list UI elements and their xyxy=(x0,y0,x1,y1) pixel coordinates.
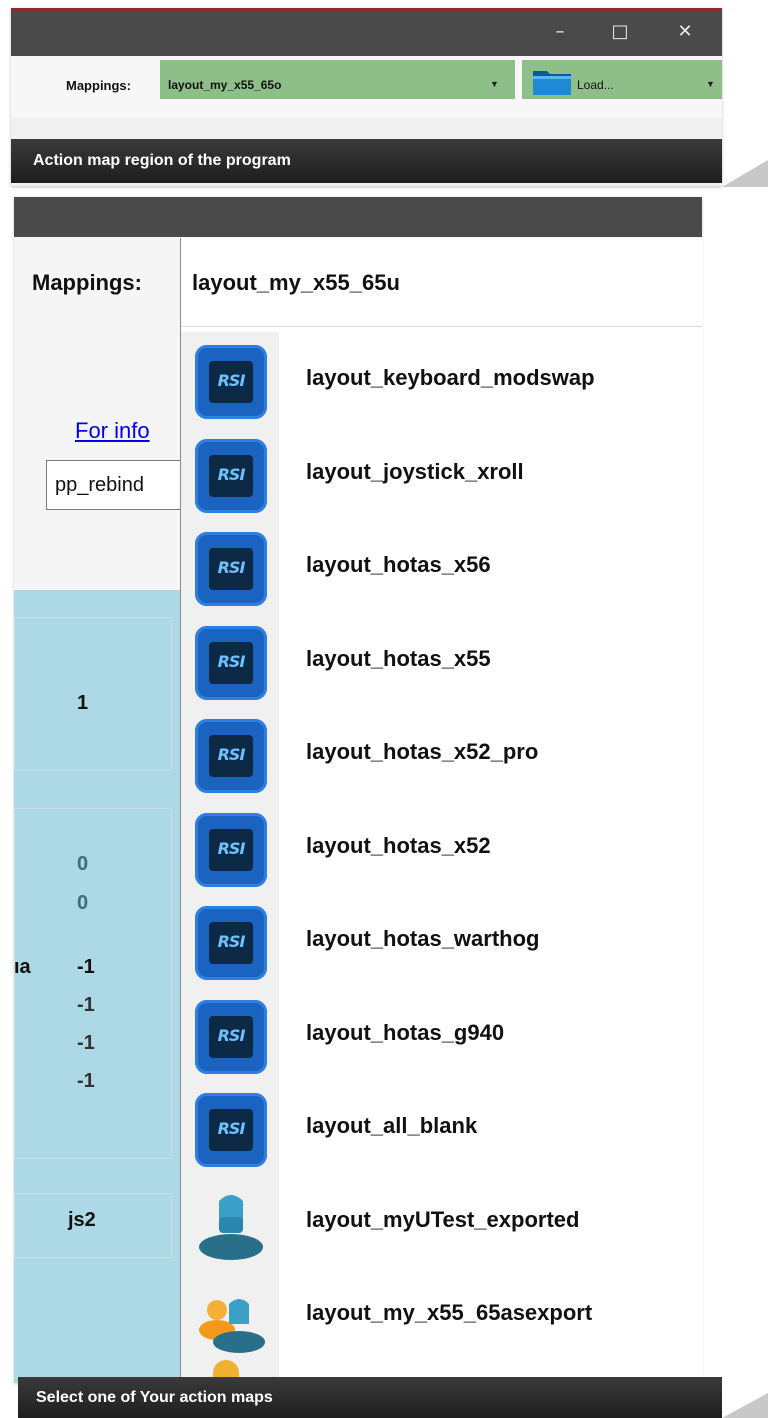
rsi-icon: RSI xyxy=(195,812,267,887)
rsi-icon: RSI xyxy=(195,906,267,980)
folder-icon xyxy=(531,65,573,97)
rsi-icon: RSI xyxy=(195,625,267,700)
mapping-item[interactable]: RSI layout_hotas_x52_pro xyxy=(181,709,702,802)
mapping-item[interactable]: RSI layout_hotas_warthog xyxy=(181,896,702,989)
mapping-item[interactable]: RSI layout_keyboard_modswap xyxy=(181,335,702,428)
mapping-item-label: layout_hotas_x52 xyxy=(306,832,491,858)
mappings-label: Mappings: xyxy=(66,78,131,93)
mapping-item-label: layout_joystick_xroll xyxy=(306,458,524,484)
rsi-icon: RSI xyxy=(195,1093,267,1167)
value-cell: 0 xyxy=(77,892,89,914)
selected-mapping: layout_my_x55_65u xyxy=(192,270,400,295)
device-cell xyxy=(14,617,172,771)
chevron-down-icon[interactable]: ▼ xyxy=(490,79,499,89)
users-icon xyxy=(195,1280,267,1354)
page-fold-decoration xyxy=(722,160,768,187)
mapping-item-label: layout_hotas_x56 xyxy=(306,552,491,577)
user-icon xyxy=(195,1187,267,1261)
page-fold-decoration xyxy=(722,1393,768,1418)
mapping-item[interactable]: layout_myUTest_exported xyxy=(181,1177,702,1270)
mapping-item-label: layout_hotas_g940 xyxy=(306,1019,505,1045)
mapping-item-label: layout_all_blank xyxy=(306,1113,478,1138)
value-cell: -1 xyxy=(77,994,95,1016)
mapping-item[interactable]: RSI layout_hotas_x56 xyxy=(181,522,702,615)
combo-value: layout_my_x55_65o xyxy=(168,78,282,92)
mapping-item-label: layout_hotas_warthog xyxy=(306,926,540,951)
row-label: ıa xyxy=(14,956,31,978)
mapping-item[interactable]: RSI layout_hotas_g940 xyxy=(181,990,702,1083)
mappings-label: Mappings: xyxy=(32,270,142,295)
value-cell: 0 xyxy=(77,853,89,875)
device-id: js2 xyxy=(68,1209,96,1231)
value-cell: -1 xyxy=(77,1070,95,1092)
info-link[interactable]: For info xyxy=(75,418,150,444)
mapping-item[interactable]: RSI layout_hotas_x55 xyxy=(181,616,702,709)
mapping-item[interactable]: RSI layout_joystick_xroll xyxy=(181,429,702,522)
rsi-icon: RSI xyxy=(195,438,267,513)
load-label: Load... xyxy=(577,78,614,92)
caption-bottom: Select one of Your action maps xyxy=(18,1377,722,1418)
mapping-item[interactable]: layout_my_x55_65asexport xyxy=(181,1270,702,1363)
rsi-icon: RSI xyxy=(195,999,267,1074)
mapping-item[interactable]: RSI layout_all_blank xyxy=(181,1083,702,1176)
mapping-item-label: layout_my_x55_65asexport xyxy=(306,1300,593,1325)
values-cell xyxy=(14,808,172,1159)
caption-top: Action map region of the program xyxy=(11,139,722,183)
rsi-icon: RSI xyxy=(195,532,267,606)
mapping-item-label: layout_hotas_x52_pro xyxy=(306,739,539,764)
value-cell: -1 xyxy=(77,956,95,978)
mapping-item[interactable]: RSI layout_hotas_x52 xyxy=(181,803,702,896)
chevron-down-icon[interactable]: ▼ xyxy=(706,79,715,89)
value-cell: -1 xyxy=(77,1032,95,1054)
title-bar xyxy=(14,197,702,237)
rsi-icon: RSI xyxy=(195,345,267,419)
device-number: 1 xyxy=(77,692,89,714)
mapping-item-label: layout_keyboard_modswap xyxy=(306,365,595,390)
mapping-item-label: layout_hotas_x55 xyxy=(306,645,491,671)
mapping-item-label: layout_myUTest_exported xyxy=(306,1206,580,1232)
rebind-input[interactable]: pp_rebind xyxy=(46,460,186,510)
rsi-icon: RSI xyxy=(195,719,267,793)
